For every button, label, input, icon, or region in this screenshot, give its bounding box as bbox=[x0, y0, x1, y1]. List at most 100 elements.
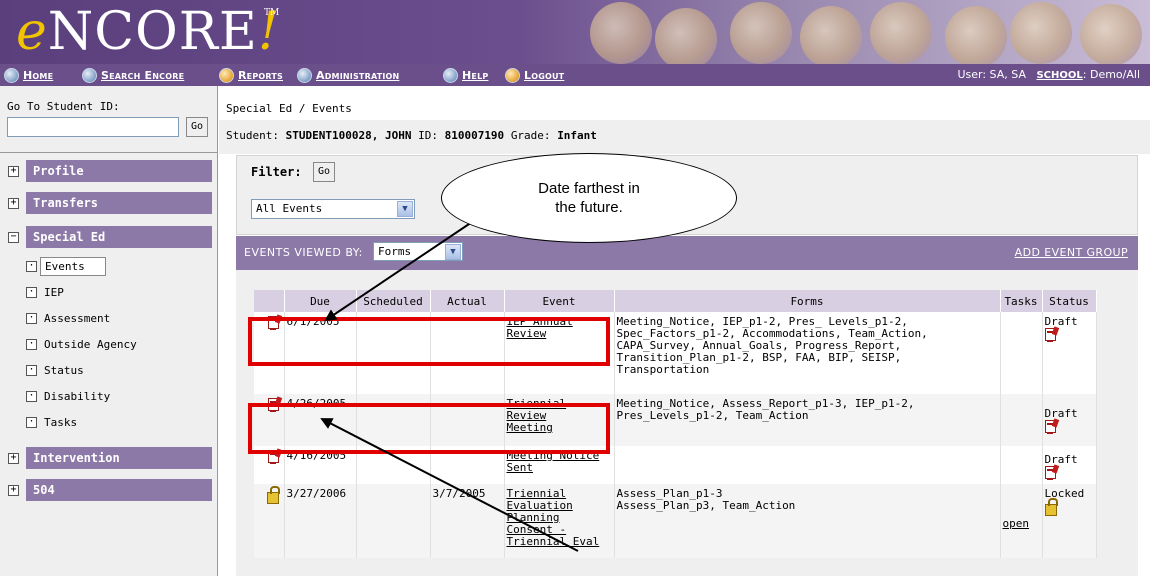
status-cell: Locked bbox=[1042, 484, 1097, 558]
nav-logout-label: Logout bbox=[524, 68, 565, 82]
house-icon bbox=[4, 67, 19, 83]
sidebar-item-label: Tasks bbox=[44, 415, 78, 429]
add-event-group-link[interactable]: ADD EVENT GROUP bbox=[1015, 246, 1128, 259]
student-grade: Infant bbox=[557, 129, 597, 142]
goto-student-label: Go To Student ID: bbox=[7, 100, 120, 113]
forms-cell: Assess_Plan_p1-3 Assess_Plan_p3, Team_Ac… bbox=[614, 484, 1001, 558]
status-text: Draft bbox=[1044, 453, 1078, 466]
dropdown-arrow-icon[interactable]: ▼ bbox=[397, 201, 413, 217]
banner-photo bbox=[1080, 4, 1142, 64]
col-header-event: Event bbox=[504, 290, 615, 312]
sidebar-section-transfers[interactable]: + Transfers bbox=[8, 192, 212, 214]
sidebar-section-profile[interactable]: + Profile bbox=[8, 160, 212, 182]
filter-go-button[interactable]: Go bbox=[313, 162, 336, 182]
magnifier-icon bbox=[82, 67, 97, 83]
sidebar-item-events[interactable]: · Events bbox=[26, 256, 106, 276]
tasks-open-link[interactable]: open bbox=[1003, 517, 1030, 530]
due-cell: 3/27/2006 bbox=[284, 484, 357, 558]
sidebar-section-intervention[interactable]: + Intervention bbox=[8, 447, 212, 469]
event-cell[interactable]: Triennial Evaluation Planning Consent - … bbox=[504, 484, 615, 558]
table-row[interactable]: 3/27/2006 3/7/2005 Triennial Evaluation … bbox=[254, 484, 1097, 558]
bullet-icon: · bbox=[26, 338, 37, 350]
sidebar-section-504[interactable]: + 504 bbox=[8, 479, 212, 501]
nav-help[interactable]: Help bbox=[443, 67, 488, 83]
sidebar-divider bbox=[0, 152, 218, 153]
expand-icon[interactable]: + bbox=[8, 197, 19, 209]
sidebar-item-assessment[interactable]: · Assessment bbox=[26, 308, 110, 328]
goto-go-button[interactable]: Go bbox=[186, 117, 209, 137]
bullet-icon: · bbox=[26, 260, 37, 272]
section-label: 504 bbox=[26, 479, 212, 501]
dropdown-arrow-icon[interactable]: ▼ bbox=[445, 244, 461, 260]
bullet-icon: · bbox=[26, 364, 37, 376]
student-name: STUDENT100028, JOHN bbox=[285, 129, 412, 142]
lock-icon bbox=[266, 486, 280, 504]
forms-line: Transportation bbox=[616, 363, 710, 376]
forms-cell: Meeting_Notice, IEP_p1-2, Pres_ Levels_p… bbox=[614, 312, 1001, 394]
nav-search-encore[interactable]: Search Encore bbox=[82, 67, 184, 83]
viewed-by-label: EVENTS VIEWED BY: bbox=[244, 246, 363, 259]
scheduled-cell bbox=[356, 484, 431, 558]
forms-cell: Meeting_Notice, Assess_Report_p1-3, IEP_… bbox=[614, 394, 1001, 446]
callout-line: Date farthest in bbox=[538, 180, 640, 197]
sidebar-item-status[interactable]: · Status bbox=[26, 360, 84, 380]
sidebar-item-label: IEP bbox=[44, 285, 64, 299]
row-icon-cell bbox=[254, 484, 285, 558]
tasks-cell bbox=[1000, 446, 1043, 484]
banner-photo bbox=[655, 8, 717, 64]
actual-cell: 3/7/2005 bbox=[430, 484, 505, 558]
callout-line: the future. bbox=[555, 199, 623, 216]
viewed-by-select[interactable]: Forms ▼ bbox=[373, 242, 463, 261]
status-cell: Draft bbox=[1042, 394, 1097, 446]
student-id-input[interactable] bbox=[7, 117, 179, 137]
expand-icon[interactable]: + bbox=[8, 452, 19, 464]
logout-icon bbox=[505, 67, 520, 83]
nav-logout[interactable]: Logout bbox=[505, 67, 564, 83]
student-prefix: Student: bbox=[226, 129, 279, 142]
nav-reports[interactable]: Reports bbox=[219, 67, 283, 83]
sidebar-item-tasks[interactable]: · Tasks bbox=[26, 412, 77, 432]
event-link[interactable]: Sent bbox=[507, 461, 534, 474]
school-link[interactable]: SCHOOL bbox=[1036, 70, 1082, 81]
events-filter-select[interactable]: All Events ▼ bbox=[251, 199, 415, 219]
header-banner: eNCORE! TM bbox=[0, 0, 1150, 64]
expand-icon[interactable]: + bbox=[8, 165, 19, 177]
section-label: Intervention bbox=[26, 447, 212, 469]
sidebar-item-disability[interactable]: · Disability bbox=[26, 386, 110, 406]
document-icon[interactable] bbox=[1044, 466, 1056, 480]
status-cell: Draft bbox=[1042, 446, 1097, 484]
status-text: Draft bbox=[1044, 315, 1078, 328]
document-icon[interactable] bbox=[1044, 420, 1056, 434]
sidebar-section-special-ed[interactable]: − Special Ed bbox=[8, 226, 212, 248]
col-header-icon bbox=[254, 290, 285, 312]
logo-e: e bbox=[16, 2, 48, 62]
bullet-icon: · bbox=[26, 312, 37, 324]
events-select-value: All Events bbox=[256, 202, 323, 215]
sidebar-item-iep[interactable]: · IEP bbox=[26, 282, 64, 302]
event-link[interactable]: Triennial Eval bbox=[507, 535, 600, 548]
col-header-forms: Forms bbox=[614, 290, 1001, 312]
nav-help-label: Help bbox=[462, 68, 489, 82]
breadcrumb: Special Ed / Events bbox=[226, 102, 352, 115]
encore-logo: eNCORE! TM bbox=[16, 4, 280, 60]
document-icon[interactable] bbox=[1044, 328, 1056, 342]
collapse-icon[interactable]: − bbox=[8, 231, 19, 243]
tasks-cell: open bbox=[1000, 484, 1043, 558]
sidebar-item-outside-agency[interactable]: · Outside Agency bbox=[26, 334, 137, 354]
nav-home[interactable]: Home bbox=[4, 67, 53, 83]
banner-photo bbox=[945, 6, 1007, 64]
col-header-actual: Actual bbox=[430, 290, 505, 312]
annotation-callout: Date farthest in the future. bbox=[441, 153, 737, 243]
banner-photo bbox=[1010, 2, 1072, 64]
sidebar-item-label: Disability bbox=[44, 389, 111, 403]
sidebar-item-label: Status bbox=[44, 363, 84, 377]
tasks-cell bbox=[1000, 394, 1043, 446]
section-label: Transfers bbox=[26, 192, 212, 214]
top-nav: Home Search Encore Reports Administratio… bbox=[0, 64, 1150, 86]
nav-administration[interactable]: Administration bbox=[297, 67, 399, 83]
expand-icon[interactable]: + bbox=[8, 484, 19, 496]
banner-photo bbox=[800, 6, 862, 64]
nav-search-label: Search Encore bbox=[101, 68, 185, 82]
table-header-row: Due Scheduled Actual Event Forms Tasks S… bbox=[254, 290, 1097, 312]
banner-photo bbox=[730, 2, 792, 64]
